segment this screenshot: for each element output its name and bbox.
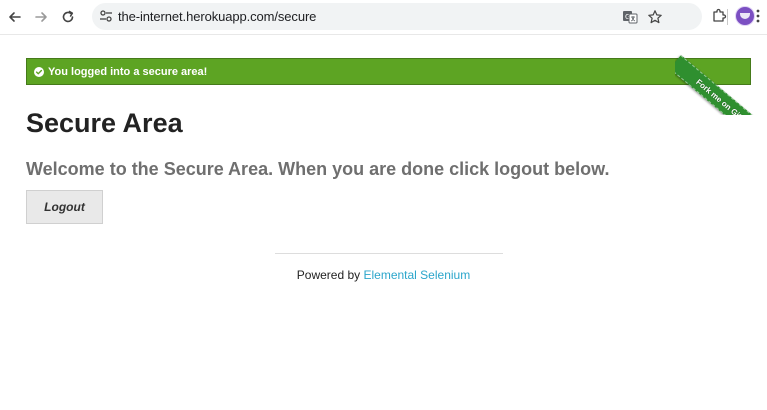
kebab-menu-button[interactable]	[750, 5, 766, 27]
footer: Powered by Elemental Selenium	[0, 268, 767, 282]
toolbar-separator	[727, 9, 728, 25]
arrow-left-icon	[9, 12, 21, 22]
url-text[interactable]: the-internet.herokuapp.com/secure	[118, 9, 316, 24]
fork-me-on-github-link[interactable]: Fork me on GitHub	[675, 55, 767, 115]
reload-icon	[62, 10, 74, 23]
forward-button[interactable]	[30, 6, 52, 28]
avatar-face	[740, 13, 750, 19]
back-button[interactable]	[4, 6, 26, 28]
page-subheader: Welcome to the Secure Area. When you are…	[26, 159, 610, 179]
elemental-selenium-link[interactable]: Elemental Selenium	[363, 268, 470, 282]
browser-toolbar: the-internet.herokuapp.com/secure G	[0, 0, 767, 35]
github-ribbon-container: Fork me on GitHub	[675, 35, 767, 115]
logout-button[interactable]: Logout	[26, 190, 103, 224]
puzzle-icon	[713, 8, 727, 22]
logout-label: Logout	[44, 200, 85, 214]
flash-success-message: You logged into a secure area! ×	[26, 58, 751, 85]
page-title: Secure Area	[26, 108, 183, 138]
arrow-right-icon	[35, 12, 47, 22]
page-content: You logged into a secure area! × Secure …	[0, 35, 767, 410]
check-circle-icon	[34, 66, 44, 77]
kebab-menu-icon	[756, 9, 760, 23]
star-icon[interactable]	[645, 7, 665, 27]
footer-divider	[275, 253, 503, 254]
footer-prefix: Powered by	[296, 268, 364, 282]
translate-icon[interactable]: G	[620, 7, 640, 27]
address-bar[interactable]: the-internet.herokuapp.com/secure G	[92, 3, 702, 30]
reload-button[interactable]	[57, 6, 79, 28]
tune-icon[interactable]	[98, 8, 114, 24]
flash-text: You logged into a secure area!	[48, 65, 208, 78]
